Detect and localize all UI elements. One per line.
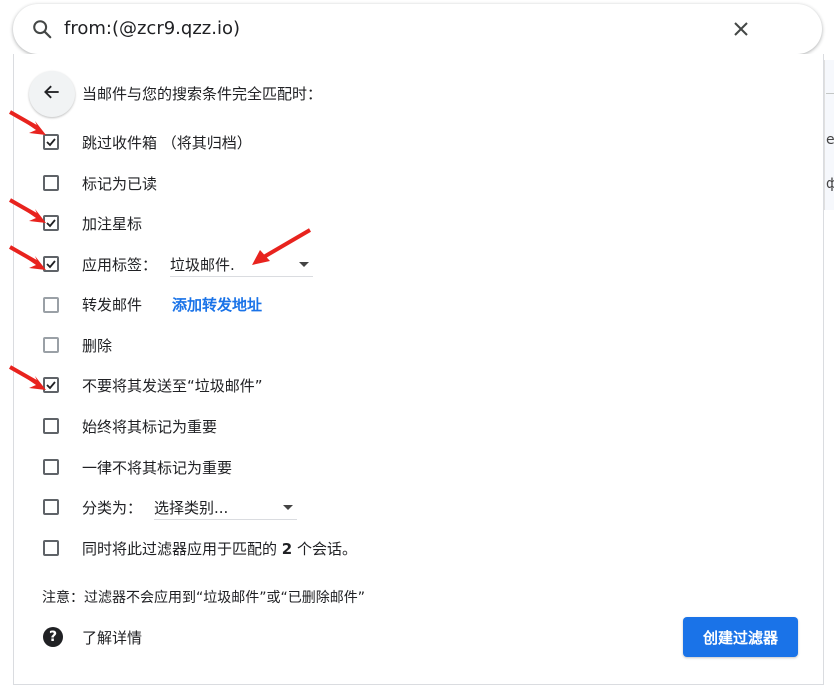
checkbox-delete[interactable]: [43, 337, 59, 353]
apply-existing-text-after: 个会话。: [292, 540, 357, 558]
background-text-2: ф: [826, 176, 834, 192]
checkbox-never-important[interactable]: [43, 459, 59, 475]
search-input[interactable]: from:(@zcr9.qzz.io): [64, 18, 240, 39]
category-select[interactable]: 选择类别...: [154, 495, 297, 520]
filter-note: 注意：过滤器不会应用到“垃圾邮件”或“已删除邮件”: [42, 590, 366, 606]
annotation-arrow: [9, 110, 46, 135]
arrow-back-icon: [42, 82, 62, 106]
option-label-categorize: 分类为：: [82, 499, 143, 517]
filter-header: 当邮件与您的搜索条件完全匹配时：: [82, 85, 323, 103]
apply-existing-text-before: 同时将此过滤器应用于匹配的: [82, 540, 282, 558]
checkbox-always-important[interactable]: [43, 418, 59, 434]
search-bar[interactable]: from:(@zcr9.qzz.io): [13, 4, 822, 54]
option-label-mark-read: 标记为已读: [82, 175, 158, 193]
matching-conversation-count: 2: [281, 540, 293, 558]
option-label-never-spam: 不要将其发送至“垃圾邮件”: [82, 377, 263, 395]
learn-more-link[interactable]: 了解详情: [82, 627, 142, 648]
search-icon[interactable]: [31, 18, 53, 40]
add-forwarding-address-link[interactable]: 添加转发地址: [172, 294, 262, 315]
background-divider: [826, 93, 834, 94]
caret-down-icon: [283, 505, 293, 510]
checkbox-categorize[interactable]: [43, 499, 59, 515]
annotation-arrow: [9, 198, 46, 223]
close-icon[interactable]: [729, 17, 753, 41]
background-text-1: ey: [826, 132, 834, 148]
checkbox-forward[interactable]: [43, 297, 59, 313]
annotation-arrow: [252, 228, 312, 265]
checkbox-mark-read[interactable]: [43, 175, 59, 191]
checkbox-apply-existing[interactable]: [43, 540, 59, 556]
option-label-always-important: 始终将其标记为重要: [82, 418, 218, 436]
annotation-arrow: [9, 365, 46, 390]
option-label-forward: 转发邮件: [82, 296, 143, 314]
option-label-never-important: 一律不将其标记为重要: [82, 459, 233, 477]
help-icon[interactable]: ?: [43, 627, 63, 647]
option-label-apply-label: 应用标签：: [82, 256, 158, 274]
create-filter-button[interactable]: 创建过滤器: [683, 617, 798, 657]
annotation-arrow: [9, 245, 46, 270]
option-label-skip-inbox: 跳过收件箱 （将其归档）: [82, 134, 252, 152]
option-label-star: 加注星标: [82, 215, 143, 233]
category-select-value: 选择类别...: [154, 499, 229, 517]
option-label-delete: 删除: [82, 337, 113, 355]
option-label-apply-existing: 同时将此过滤器应用于匹配的 2 个会话。: [82, 538, 357, 559]
label-select-value: 垃圾邮件.: [170, 256, 235, 274]
